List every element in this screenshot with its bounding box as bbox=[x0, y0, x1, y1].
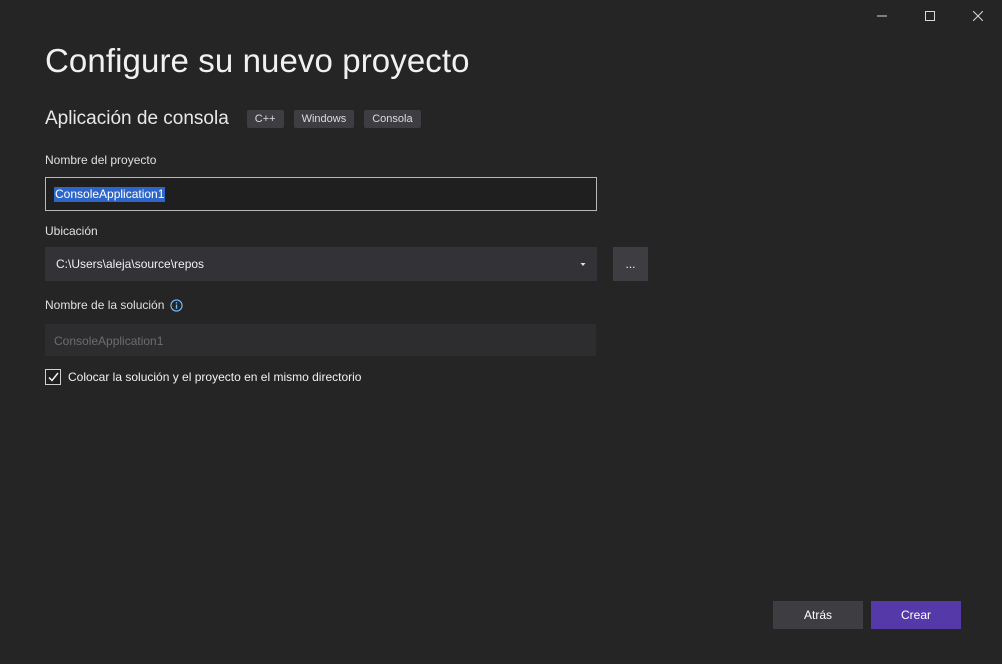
project-name-label: Nombre del proyecto bbox=[45, 153, 157, 167]
minimize-button[interactable] bbox=[858, 0, 906, 32]
solution-name-value: ConsoleApplication1 bbox=[54, 334, 164, 348]
create-button[interactable]: Crear bbox=[871, 601, 961, 629]
page-title: Configure su nuevo proyecto bbox=[45, 42, 470, 79]
template-header: Aplicación de consola C++ Windows Consol… bbox=[45, 108, 431, 130]
same-directory-label: Colocar la solución y el proyecto en el … bbox=[68, 370, 362, 384]
same-directory-option[interactable]: Colocar la solución y el proyecto en el … bbox=[45, 369, 361, 385]
close-button[interactable] bbox=[954, 0, 1002, 32]
solution-name-label-row: Nombre de la solución bbox=[45, 298, 184, 312]
chevron-down-icon bbox=[580, 262, 586, 266]
project-name-input[interactable]: ConsoleApplication1 bbox=[45, 177, 597, 211]
maximize-button[interactable] bbox=[906, 0, 954, 32]
tag-project-type: Consola bbox=[364, 110, 421, 128]
back-button[interactable]: Atrás bbox=[773, 601, 863, 629]
checkmark-icon bbox=[47, 372, 59, 382]
location-combobox[interactable]: C:\Users\aleja\source\repos bbox=[45, 247, 597, 281]
info-icon[interactable] bbox=[170, 298, 184, 312]
same-directory-checkbox[interactable] bbox=[45, 369, 61, 385]
location-dropdown-toggle[interactable] bbox=[571, 247, 595, 281]
close-icon bbox=[973, 11, 983, 21]
solution-name-label: Nombre de la solución bbox=[45, 298, 165, 312]
browse-location-button[interactable]: ... bbox=[613, 247, 648, 281]
location-label: Ubicación bbox=[45, 224, 98, 238]
maximize-icon bbox=[925, 11, 935, 21]
minimize-icon bbox=[877, 15, 887, 17]
tag-platform: Windows bbox=[293, 110, 355, 128]
template-name: Aplicación de consola bbox=[45, 108, 229, 129]
tag-language: C++ bbox=[246, 110, 284, 128]
window-controls bbox=[858, 0, 1002, 32]
configure-project-window: Configure su nuevo proyecto Aplicación d… bbox=[0, 0, 1002, 664]
location-value: C:\Users\aleja\source\repos bbox=[56, 257, 205, 271]
project-name-value: ConsoleApplication1 bbox=[54, 187, 166, 202]
solution-name-input[interactable]: ConsoleApplication1 bbox=[45, 324, 596, 356]
